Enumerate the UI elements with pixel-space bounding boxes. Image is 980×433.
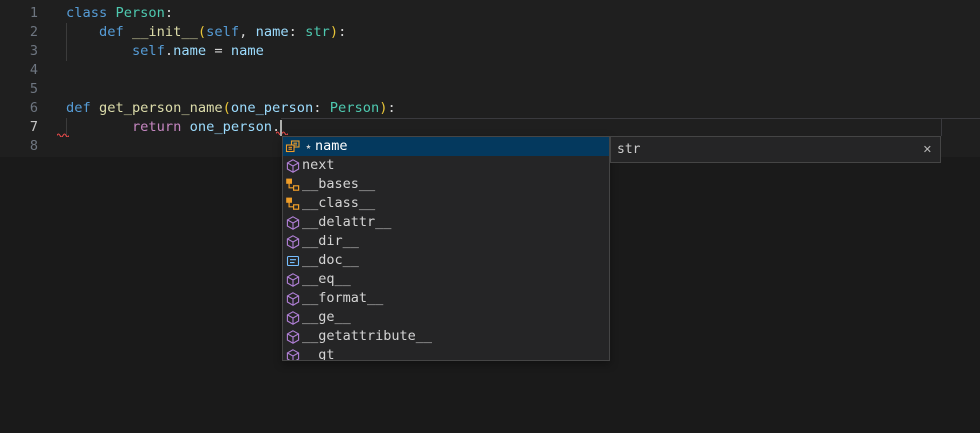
- code-token: name: [256, 24, 289, 40]
- method-icon: [285, 215, 301, 231]
- suggest-item[interactable]: ★name: [283, 137, 609, 156]
- error-squiggle: [276, 130, 288, 135]
- indent-guide: [66, 23, 67, 61]
- code-token: :: [165, 5, 173, 21]
- line-number[interactable]: 3: [0, 42, 38, 61]
- suggest-item-label: __dir__: [302, 232, 359, 251]
- code-token: str: [305, 24, 330, 40]
- code-token: name: [173, 43, 206, 59]
- line-number[interactable]: 5: [0, 80, 38, 99]
- suggest-item[interactable]: __bases__: [283, 175, 609, 194]
- suggest-item[interactable]: __delattr__: [283, 213, 609, 232]
- method-icon: [285, 310, 301, 326]
- line-number[interactable]: 7: [0, 118, 38, 137]
- text-cursor: [280, 120, 282, 136]
- error-squiggle: [57, 132, 69, 137]
- suggest-item-label: next: [302, 156, 335, 175]
- code-token: [66, 43, 132, 59]
- suggest-item[interactable]: __gt__: [283, 346, 609, 361]
- suggest-item[interactable]: __eq__: [283, 270, 609, 289]
- code-line[interactable]: class Person:: [66, 4, 173, 23]
- code-line[interactable]: def get_person_name(one_person: Person):: [66, 99, 396, 118]
- suggest-item-label: __doc__: [302, 251, 359, 270]
- line-number[interactable]: 1: [0, 4, 38, 23]
- code-line[interactable]: self.name = name: [66, 42, 264, 61]
- suggest-item-label: __bases__: [302, 175, 375, 194]
- code-token: def: [99, 24, 124, 40]
- detail-type-label: str: [617, 142, 923, 157]
- method-icon: [285, 291, 301, 307]
- code-token: self: [132, 43, 165, 59]
- code-token: (: [198, 24, 206, 40]
- line-number[interactable]: 6: [0, 99, 38, 118]
- vscode-editor: 12345678 class Person: def __init__(self…: [0, 0, 980, 433]
- suggest-item-label: name: [315, 137, 348, 156]
- suggest-item-label: __delattr__: [302, 213, 391, 232]
- code-token: self: [206, 24, 239, 40]
- close-icon[interactable]: ✕: [923, 143, 932, 156]
- line-number[interactable]: 8: [0, 137, 38, 156]
- code-token: :: [313, 100, 321, 116]
- code-token: :: [387, 100, 395, 116]
- line-number[interactable]: 2: [0, 23, 38, 42]
- suggest-item[interactable]: next: [283, 156, 609, 175]
- suggest-item[interactable]: __format__: [283, 289, 609, 308]
- code-token: Person: [330, 100, 379, 116]
- code-token: [91, 100, 99, 116]
- suggest-item-label: __class__: [302, 194, 375, 213]
- code-token: one_person: [190, 119, 272, 135]
- method-icon: [285, 329, 301, 345]
- suggest-item-label: __eq__: [302, 270, 351, 289]
- suggest-item[interactable]: __ge__: [283, 308, 609, 327]
- suggest-item[interactable]: __class__: [283, 194, 609, 213]
- class-icon: [285, 196, 301, 212]
- method-icon: [285, 348, 301, 362]
- code-token: [297, 24, 305, 40]
- suggest-item-label: __getattribute__: [302, 327, 432, 346]
- code-token: :: [338, 24, 346, 40]
- code-line[interactable]: def __init__(self, name: str):: [66, 23, 346, 42]
- code-token: [223, 43, 231, 59]
- code-token: (: [223, 100, 231, 116]
- method-icon: [285, 158, 301, 174]
- code-token: =: [214, 43, 222, 59]
- method-icon: [285, 234, 301, 250]
- code-token: name: [231, 43, 264, 59]
- code-token: get_person_name: [99, 100, 223, 116]
- method-icon: [285, 272, 301, 288]
- code-token: [322, 100, 330, 116]
- constant-icon: [285, 253, 301, 269]
- suggest-item[interactable]: __dir__: [283, 232, 609, 251]
- code-token: __init__: [132, 24, 198, 40]
- detail-pane-edge: [941, 118, 942, 136]
- suggest-item-label: __format__: [302, 289, 383, 308]
- code-token: [124, 24, 132, 40]
- code-token: .: [165, 43, 173, 59]
- class-icon: [285, 177, 301, 193]
- code-token: def: [66, 100, 91, 116]
- line-number[interactable]: 4: [0, 61, 38, 80]
- preselect-star-icon: ★: [302, 142, 315, 152]
- suggest-item[interactable]: __doc__: [283, 251, 609, 270]
- code-token: class: [66, 5, 107, 21]
- suggest-item-label: __ge__: [302, 308, 351, 327]
- code-token: [181, 119, 189, 135]
- code-token: Person: [115, 5, 164, 21]
- code-token: ): [330, 24, 338, 40]
- current-line-border: [281, 118, 980, 119]
- code-token: [66, 119, 132, 135]
- code-line[interactable]: return one_person.: [66, 118, 280, 137]
- code-token: :: [289, 24, 297, 40]
- code-token: one_person: [231, 100, 313, 116]
- suggest-detail-pane: str ✕: [610, 136, 941, 163]
- suggest-item[interactable]: __getattribute__: [283, 327, 609, 346]
- field-icon: [285, 139, 301, 155]
- suggest-widget: ★namenext__bases____class____delattr____…: [282, 136, 610, 361]
- suggest-item-label: __gt__: [302, 346, 351, 361]
- code-token: return: [132, 119, 181, 135]
- code-token: [247, 24, 255, 40]
- code-token: [66, 24, 99, 40]
